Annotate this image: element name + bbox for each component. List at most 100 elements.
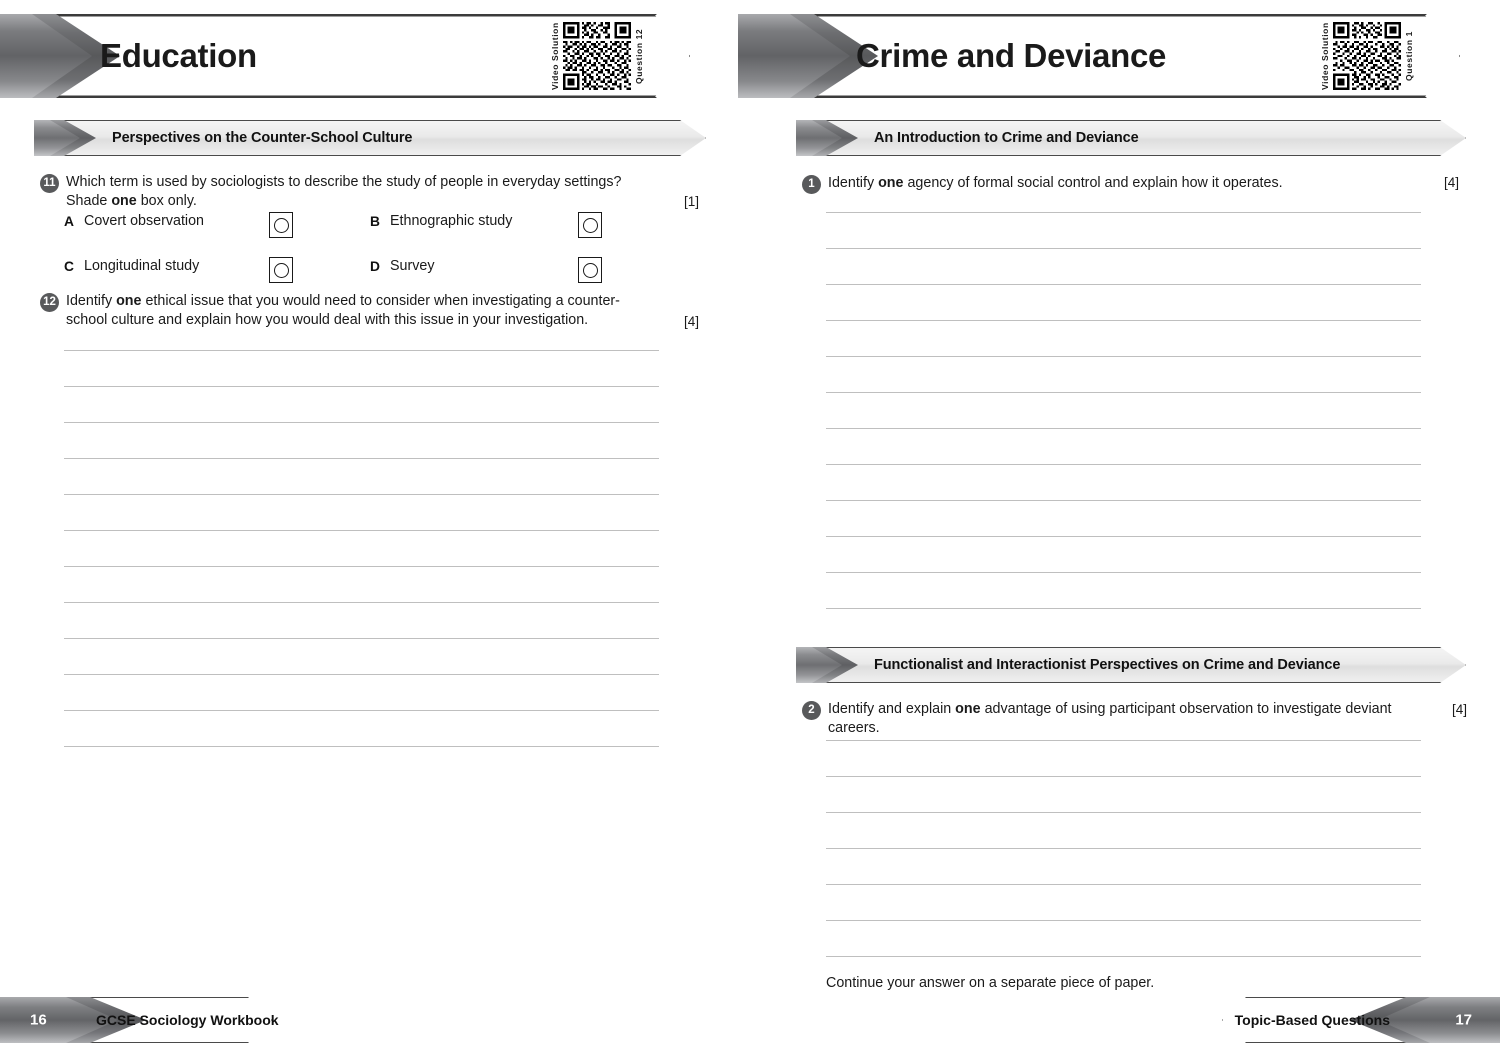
- footer-left: 16 GCSE Sociology Workbook: [0, 997, 279, 1043]
- mcq-circle-icon: [582, 262, 598, 278]
- footer-label: Topic-Based Questions: [1234, 1012, 1390, 1028]
- answer-line[interactable]: [64, 674, 659, 675]
- page-number: 16: [30, 1011, 47, 1029]
- mcq-option-b[interactable]: B Ethnographic study: [370, 213, 512, 229]
- mcq-label-c: Longitudinal study: [84, 258, 200, 274]
- answer-line[interactable]: [826, 884, 1421, 885]
- answer-line[interactable]: [826, 248, 1421, 249]
- continue-answer-note: Continue your answer on a separate piece…: [826, 975, 1155, 991]
- qr-question-label: Question 1: [1404, 31, 1414, 81]
- mcq-letter-d: D: [370, 258, 380, 274]
- answer-line[interactable]: [826, 464, 1421, 465]
- question-text: Identify one agency of formal social con…: [828, 174, 1283, 193]
- video-solution-qr-block[interactable]: Video Solution: [1320, 19, 1414, 93]
- question-text-c: agency of formal social control and expl…: [903, 175, 1283, 191]
- question-12: 12 Identify one ethical issue that you w…: [40, 292, 660, 331]
- mcq-option-a[interactable]: A Covert observation: [64, 213, 204, 229]
- question-text-emphasis: one: [116, 293, 142, 309]
- page-title: Education: [100, 37, 257, 74]
- question-number-badge: 1: [802, 175, 821, 194]
- mcq-checkbox-c[interactable]: [269, 257, 293, 283]
- question-text-a: Identify and explain: [828, 701, 956, 717]
- question-text: Identify and explain one advantage of us…: [828, 700, 1432, 739]
- question-text-line2a: Shade: [66, 193, 112, 210]
- mcq-checkbox-d[interactable]: [578, 257, 602, 283]
- mcq-letter-a: A: [64, 213, 74, 229]
- answer-line[interactable]: [64, 350, 659, 351]
- footer-right: 17 Topic-Based Questions: [1222, 997, 1500, 1043]
- footer-label: GCSE Sociology Workbook: [96, 1012, 279, 1028]
- mcq-circle-icon: [582, 217, 598, 233]
- question-text: Which term is used by sociologists to de…: [66, 173, 621, 212]
- section-header-perspectives: Perspectives on the Counter-School Cultu…: [34, 120, 706, 156]
- answer-line[interactable]: [64, 530, 659, 531]
- answer-lines-q2[interactable]: [826, 740, 1421, 957]
- video-solution-qr-block[interactable]: Video Solution: [550, 19, 644, 93]
- mcq-label-d: Survey: [390, 258, 435, 274]
- question-11: 11 Which term is used by sociologists to…: [40, 173, 640, 212]
- question-text-a: Identify: [828, 175, 879, 191]
- qr-question-label: Question 12: [634, 28, 644, 84]
- answer-line[interactable]: [826, 536, 1421, 537]
- chapter-banner-right: Crime and Deviance Video Solution Questi…: [738, 14, 1460, 98]
- question-text-emphasis: one: [878, 175, 904, 191]
- chapter-banner-left: Education Video Solution Question 12: [0, 14, 690, 98]
- mcq-checkbox-b[interactable]: [578, 212, 602, 238]
- answer-line[interactable]: [826, 776, 1421, 777]
- answer-line[interactable]: [826, 284, 1421, 285]
- answer-line[interactable]: [826, 848, 1421, 849]
- answer-line[interactable]: [64, 386, 659, 387]
- answer-line[interactable]: [64, 566, 659, 567]
- question-text-emphasis: one: [955, 701, 981, 717]
- question-1: 1 Identify one agency of formal social c…: [802, 174, 1362, 194]
- answer-line[interactable]: [826, 572, 1421, 573]
- qr-video-solution-label: Video Solution: [1320, 22, 1330, 90]
- qr-code-icon[interactable]: [1333, 22, 1401, 90]
- section-title: Perspectives on the Counter-School Cultu…: [112, 130, 413, 146]
- answer-line[interactable]: [64, 638, 659, 639]
- mcq-letter-b: B: [370, 213, 380, 229]
- marks-q12: [4]: [684, 314, 700, 329]
- question-number-badge: 12: [40, 293, 59, 312]
- answer-line[interactable]: [64, 602, 659, 603]
- answer-line[interactable]: [826, 920, 1421, 921]
- page-right: Crime and Deviance Video Solution Questi…: [738, 0, 1500, 1061]
- answer-line[interactable]: [826, 740, 1421, 741]
- mcq-circle-icon: [273, 262, 289, 278]
- answer-line[interactable]: [826, 428, 1421, 429]
- question-text-a: Identify: [66, 293, 117, 309]
- answer-line[interactable]: [826, 500, 1421, 501]
- answer-line[interactable]: [64, 458, 659, 459]
- qr-video-solution-label: Video Solution: [550, 22, 560, 90]
- answer-line[interactable]: [826, 608, 1421, 609]
- answer-line[interactable]: [826, 356, 1421, 357]
- answer-line[interactable]: [826, 320, 1421, 321]
- mcq-option-c[interactable]: C Longitudinal study: [64, 258, 199, 274]
- page-title: Crime and Deviance: [856, 37, 1167, 74]
- section-header-intro-crime: An Introduction to Crime and Deviance: [796, 120, 1466, 156]
- answer-lines-q12[interactable]: [64, 350, 659, 747]
- mcq-label-b: Ethnographic study: [390, 213, 513, 229]
- mcq-circle-icon: [273, 217, 289, 233]
- question-2: 2 Identify and explain one advantage of …: [802, 700, 1432, 739]
- question-text-line2c: box only.: [136, 193, 197, 210]
- question-text-emphasis: one: [111, 193, 137, 210]
- answer-line[interactable]: [826, 956, 1421, 957]
- answer-line[interactable]: [64, 422, 659, 423]
- answer-line[interactable]: [826, 212, 1421, 213]
- answer-line[interactable]: [64, 494, 659, 495]
- section-title: An Introduction to Crime and Deviance: [874, 130, 1139, 146]
- question-text-line1: Which term is used by sociologists to de…: [66, 174, 622, 190]
- answer-line[interactable]: [64, 710, 659, 711]
- answer-line[interactable]: [64, 746, 659, 747]
- qr-code-icon[interactable]: [563, 22, 631, 90]
- mcq-letter-c: C: [64, 258, 74, 274]
- mcq-checkbox-a[interactable]: [269, 212, 293, 238]
- page-left: Education Video Solution Question 12 Per…: [0, 0, 750, 1061]
- answer-lines-q1[interactable]: [826, 212, 1421, 609]
- mcq-option-d[interactable]: D Survey: [370, 258, 435, 274]
- answer-line[interactable]: [826, 392, 1421, 393]
- answer-line[interactable]: [826, 812, 1421, 813]
- mcq-label-a: Covert observation: [84, 213, 204, 229]
- question-text: Identify one ethical issue that you woul…: [66, 292, 660, 331]
